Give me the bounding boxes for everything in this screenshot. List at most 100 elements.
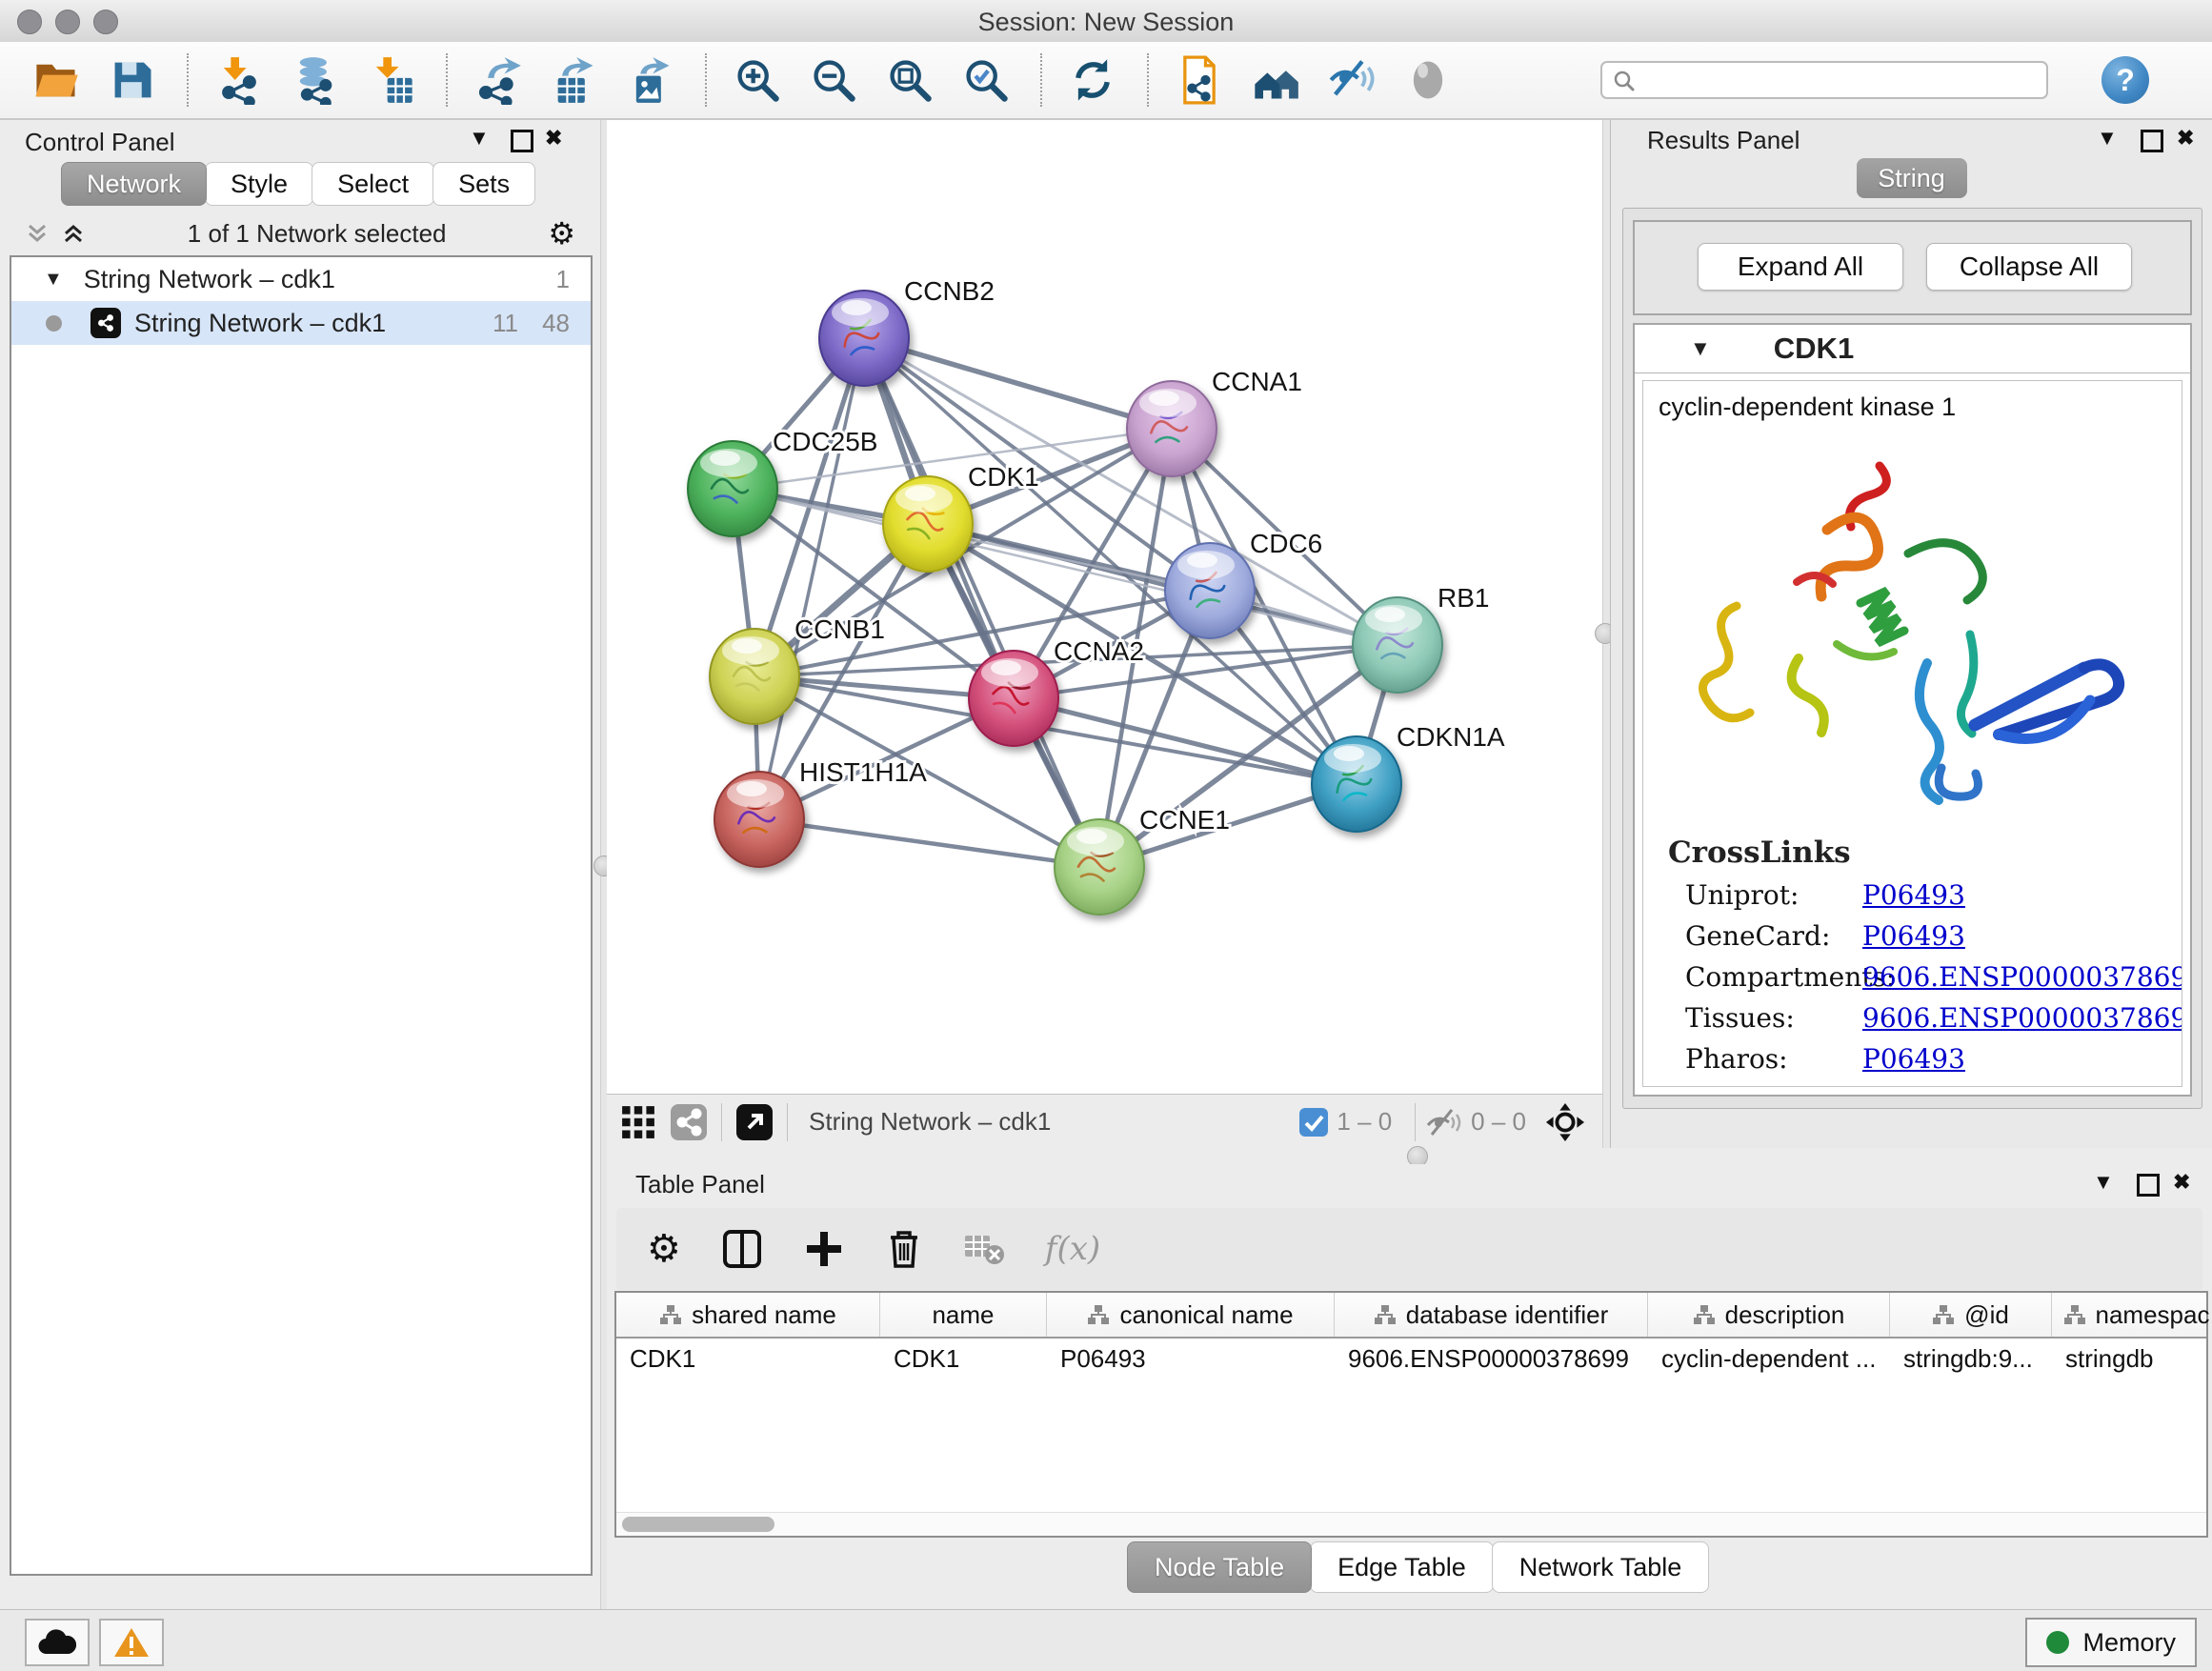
gene-header[interactable]: ▼ CDK1 <box>1635 325 2190 373</box>
panel-close-icon[interactable]: ✖ <box>2177 126 2194 151</box>
node-RB1[interactable] <box>1353 597 1442 693</box>
tab-network-table[interactable]: Network Table <box>1492 1541 1710 1593</box>
delete-column-icon[interactable] <box>885 1228 923 1270</box>
panel-menu-icon[interactable]: ▼ <box>2093 1170 2114 1195</box>
network-row[interactable]: String Network – cdk1 11 48 <box>11 301 591 345</box>
expand-all-icon[interactable] <box>61 221 86 246</box>
grid-view-icon[interactable] <box>620 1104 656 1140</box>
zoom-selected-icon[interactable] <box>958 52 1014 108</box>
node-label-CCNE1: CCNE1 <box>1139 805 1230 835</box>
panel-float-icon[interactable] <box>2137 1174 2160 1197</box>
edge-CCNB2-CCNE1[interactable] <box>864 338 1099 867</box>
add-column-icon[interactable] <box>803 1228 845 1270</box>
crosslink-link[interactable]: P06493 <box>1862 920 1965 952</box>
warning-status-button[interactable] <box>99 1619 164 1666</box>
column-header-shared-name[interactable]: shared name <box>616 1293 880 1337</box>
collapse-all-icon[interactable] <box>25 221 50 246</box>
crosslink-link[interactable]: P06493 <box>1862 879 1965 911</box>
panel-close-icon[interactable]: ✖ <box>545 126 562 151</box>
disclosure-triangle-icon[interactable]: ▼ <box>1690 336 1711 361</box>
export-table-icon[interactable] <box>547 52 602 108</box>
panel-float-icon[interactable] <box>511 130 533 152</box>
table-row[interactable]: CDK1CDK1P064939606.ENSP00000378699cyclin… <box>616 1339 2206 1379</box>
collapse-all-button[interactable]: Collapse All <box>1926 243 2132 291</box>
panel-menu-icon[interactable]: ▼ <box>2097 126 2118 151</box>
node-HIST1H1A[interactable] <box>714 772 804 867</box>
scrollbar-thumb[interactable] <box>622 1517 774 1532</box>
node-label-CCNA1: CCNA1 <box>1212 367 1302 396</box>
open-session-icon[interactable] <box>29 52 84 108</box>
tab-sets[interactable]: Sets <box>432 162 535 206</box>
tab-select[interactable]: Select <box>312 162 434 206</box>
import-network-icon[interactable] <box>211 52 267 108</box>
export-network-icon[interactable] <box>471 52 526 108</box>
edge-HIST1H1A-CCNE1[interactable] <box>759 819 1099 867</box>
node-CDKN1A[interactable] <box>1312 736 1401 832</box>
memory-button[interactable]: Memory <box>2025 1618 2197 1667</box>
network-share-icon[interactable] <box>670 1103 708 1141</box>
search-input[interactable] <box>1600 61 2048 99</box>
tab-node-table[interactable]: Node Table <box>1127 1541 1312 1593</box>
search-icon <box>1612 69 1637 93</box>
zoom-fit-icon[interactable] <box>882 52 937 108</box>
bottom-splitter[interactable] <box>607 1148 2212 1164</box>
crosslink-link[interactable]: 9606.ENSP00000378699 <box>1862 961 2182 993</box>
edge-CCNB2-CCNA1[interactable] <box>864 338 1172 429</box>
edge-layer[interactable] <box>733 338 1398 867</box>
network-collection-header: 1 of 1 Network selected ⚙ <box>10 211 593 255</box>
panel-menu-icon[interactable]: ▼ <box>469 126 490 151</box>
panel-close-icon[interactable]: ✖ <box>2173 1170 2190 1195</box>
cloud-status-button[interactable] <box>25 1619 90 1666</box>
crosslink-link[interactable]: 9606.ENSP00000378699 <box>1862 1002 2182 1034</box>
edge-CCNB2-HIST1H1A[interactable] <box>759 338 864 819</box>
string-document-icon[interactable] <box>1172 52 1227 108</box>
tab-style[interactable]: Style <box>205 162 313 206</box>
open-in-new-window-icon[interactable] <box>735 1103 774 1141</box>
tab-string[interactable]: String <box>1857 158 1967 198</box>
import-table-icon[interactable] <box>364 52 419 108</box>
control-panel-tabs: NetworkStyleSelectSets <box>61 162 533 206</box>
import-database-icon[interactable] <box>288 52 343 108</box>
edge-CDK1-RB1[interactable] <box>928 524 1398 645</box>
disclosure-triangle-icon[interactable]: ▼ <box>44 269 63 291</box>
show-all-icon[interactable] <box>1400 52 1456 108</box>
first-neighbors-icon[interactable] <box>1248 52 1303 108</box>
tab-network[interactable]: Network <box>61 162 207 206</box>
tab-edge-table[interactable]: Edge Table <box>1310 1541 1494 1593</box>
node-CCNA1[interactable] <box>1127 381 1217 476</box>
node-CCNB2[interactable] <box>819 291 909 386</box>
table-settings-gear-icon[interactable]: ⚙ <box>647 1227 681 1271</box>
selected-checkbox-icon[interactable] <box>1298 1107 1329 1137</box>
export-image-icon[interactable] <box>623 52 678 108</box>
node-CDC25B[interactable] <box>688 441 777 536</box>
save-session-icon[interactable] <box>105 52 160 108</box>
node-CDK1[interactable] <box>883 476 973 572</box>
title-bar: Session: New Session <box>0 0 2212 43</box>
horizontal-scrollbar[interactable] <box>616 1512 2206 1536</box>
refresh-icon[interactable] <box>1065 52 1120 108</box>
crosslink-link[interactable]: P06493 <box>1862 1043 1965 1075</box>
birdseye-icon[interactable] <box>1545 1102 1585 1142</box>
node-CDC6[interactable] <box>1165 543 1255 638</box>
network-collection-label: String Network – cdk1 <box>84 265 335 294</box>
help-icon[interactable]: ? <box>2101 56 2149 104</box>
column-header-name[interactable]: name <box>880 1293 1047 1337</box>
show-columns-icon[interactable] <box>721 1228 763 1270</box>
column-header-namespac[interactable]: namespac <box>2052 1293 2212 1337</box>
hidden-eye-icon[interactable] <box>1425 1106 1463 1138</box>
node-CCNB1[interactable] <box>710 629 799 724</box>
expand-all-button[interactable]: Expand All <box>1698 243 1903 291</box>
column-header-@id[interactable]: @id <box>1890 1293 2052 1337</box>
network-canvas[interactable]: CCNB2CCNA1CDC25BCDK1CDC6RB1CCNB1CCNA2CDK… <box>607 120 1602 1094</box>
zoom-out-icon[interactable] <box>806 52 861 108</box>
hide-selected-icon[interactable] <box>1324 52 1379 108</box>
column-header-database-identifier[interactable]: database identifier <box>1335 1293 1648 1337</box>
node-CCNE1[interactable] <box>1055 819 1144 915</box>
gear-icon[interactable]: ⚙ <box>548 215 575 252</box>
node-CCNA2[interactable] <box>969 651 1058 746</box>
network-collection-row[interactable]: ▼ String Network – cdk1 1 <box>11 257 591 301</box>
column-header-description[interactable]: description <box>1648 1293 1890 1337</box>
zoom-in-icon[interactable] <box>730 52 785 108</box>
panel-float-icon[interactable] <box>2141 130 2163 152</box>
column-header-canonical-name[interactable]: canonical name <box>1047 1293 1335 1337</box>
